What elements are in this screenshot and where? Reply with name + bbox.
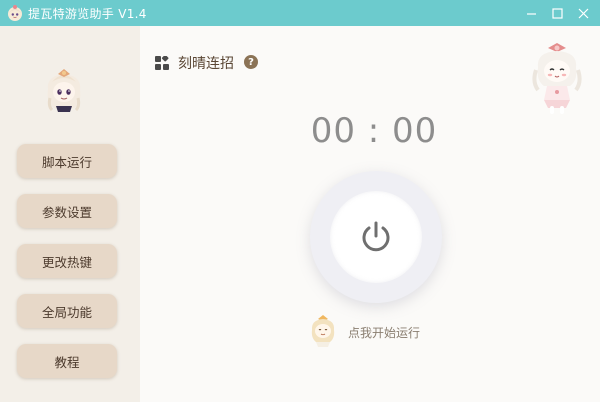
power-icon [362, 221, 390, 252]
mode-label: 刻晴连招 [178, 56, 234, 72]
close-button[interactable] [566, 0, 600, 26]
nav-settings[interactable]: 参数设置 [17, 194, 117, 228]
timer-display: 00 : 00 [310, 111, 438, 151]
paimon-hint-icon [311, 315, 335, 347]
sidebar: 脚本运行 参数设置 更改热键 全局功能 教程 [0, 26, 140, 402]
help-icon[interactable]: ? [244, 55, 258, 69]
window-title: 提瓦特游览助手 V1.4 [28, 7, 147, 21]
nav-script-run[interactable]: 脚本运行 [17, 144, 117, 178]
paimon-avatar [47, 69, 81, 112]
start-hint[interactable]: 点我开始运行 [348, 324, 420, 341]
nav-tutorial[interactable]: 教程 [17, 344, 117, 378]
start-button[interactable] [310, 171, 442, 303]
main-panel: 刻晴连招 ? 00 : 00 点我开始运行 [140, 26, 600, 402]
maximize-icon [551, 7, 563, 19]
title-bar: 提瓦特游览助手 V1.4 [0, 0, 600, 26]
start-button-inner [330, 191, 422, 283]
nav-global[interactable]: 全局功能 [17, 294, 117, 328]
minimize-icon [526, 12, 536, 15]
close-icon [578, 8, 588, 18]
nav-hotkeys[interactable]: 更改热键 [17, 244, 117, 278]
app-icon [8, 5, 22, 21]
apps-icon [155, 56, 169, 70]
paimon-mascot [532, 43, 582, 114]
